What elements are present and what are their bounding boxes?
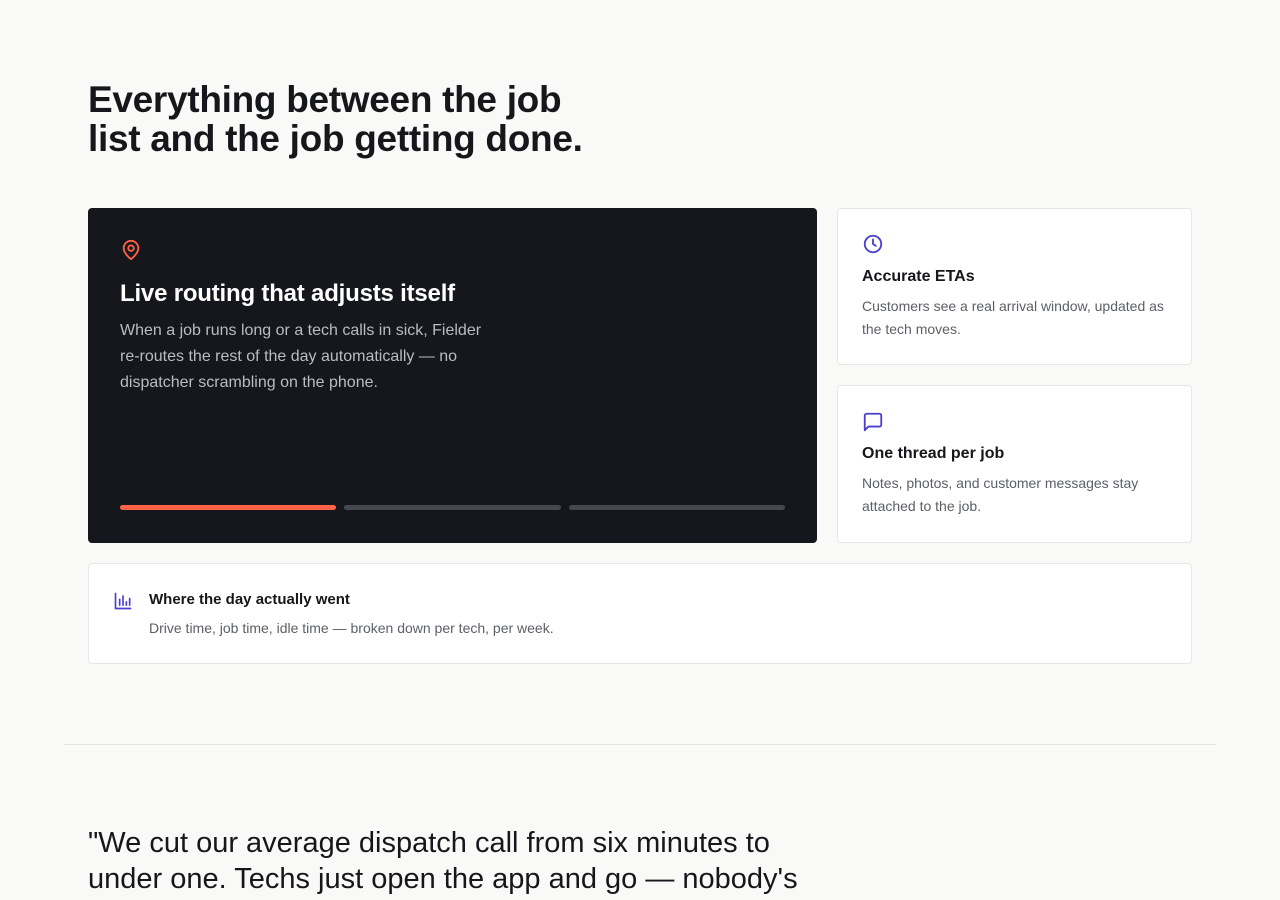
slide-progress-indicator	[120, 505, 785, 510]
feature-card-thread: One thread per job Notes, photos, and cu…	[837, 385, 1192, 543]
card-description: Notes, photos, and customer messages sta…	[862, 475, 1139, 514]
card-description: Customers see a real arrival window, upd…	[862, 298, 1164, 337]
slide-indicator-1[interactable]	[120, 505, 337, 510]
feature-title: Live routing that adjusts itself	[120, 280, 455, 307]
clock-icon	[862, 233, 884, 260]
map-pin-icon	[120, 239, 142, 266]
section-headline: Everything between the job list and the …	[88, 79, 583, 159]
testimonial-quote: "We cut our average dispatch call from s…	[88, 827, 798, 895]
card-title: One thread per job	[862, 445, 1005, 462]
feature-card-day: Where the day actually went Drive time, …	[88, 563, 1192, 664]
slide-indicator-2[interactable]	[344, 505, 561, 510]
slide-indicator-3[interactable]	[568, 505, 785, 510]
feature-live-routing-card: Live routing that adjusts itself When a …	[88, 208, 817, 543]
message-square-icon	[862, 411, 884, 438]
bar-chart-icon	[113, 591, 133, 616]
feature-card-eta: Accurate ETAs Customers see a real arriv…	[837, 208, 1192, 365]
card-title: Accurate ETAs	[862, 268, 975, 285]
section-divider	[64, 744, 1216, 745]
card-description: Drive time, job time, idle time — broken…	[149, 620, 554, 636]
card-title: Where the day actually went	[149, 591, 350, 608]
features-page: Everything between the job list and the …	[0, 0, 1280, 900]
feature-description: When a job runs long or a tech calls in …	[120, 322, 482, 391]
